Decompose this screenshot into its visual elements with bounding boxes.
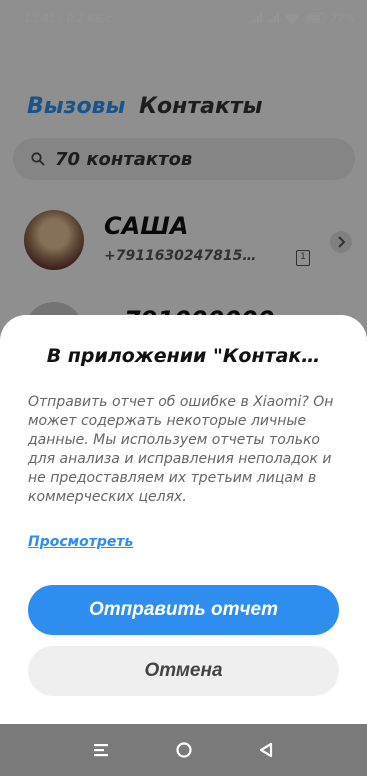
send-report-button[interactable]: Отправить отчет: [28, 585, 339, 635]
error-report-dialog: В приложении "Контак… Отправить отчет об…: [0, 315, 367, 724]
dialog-title: В приложении "Контак…: [46, 345, 321, 367]
menu-icon[interactable]: [90, 738, 114, 762]
view-report-link[interactable]: Просмотреть: [28, 534, 133, 550]
cancel-button[interactable]: Отмена: [28, 646, 339, 696]
back-icon[interactable]: [254, 738, 278, 762]
home-icon[interactable]: [172, 738, 196, 762]
navigation-bar: [0, 724, 367, 776]
dialog-message: Отправить отчет об ошибке в Xiaomi? Он м…: [28, 394, 334, 505]
